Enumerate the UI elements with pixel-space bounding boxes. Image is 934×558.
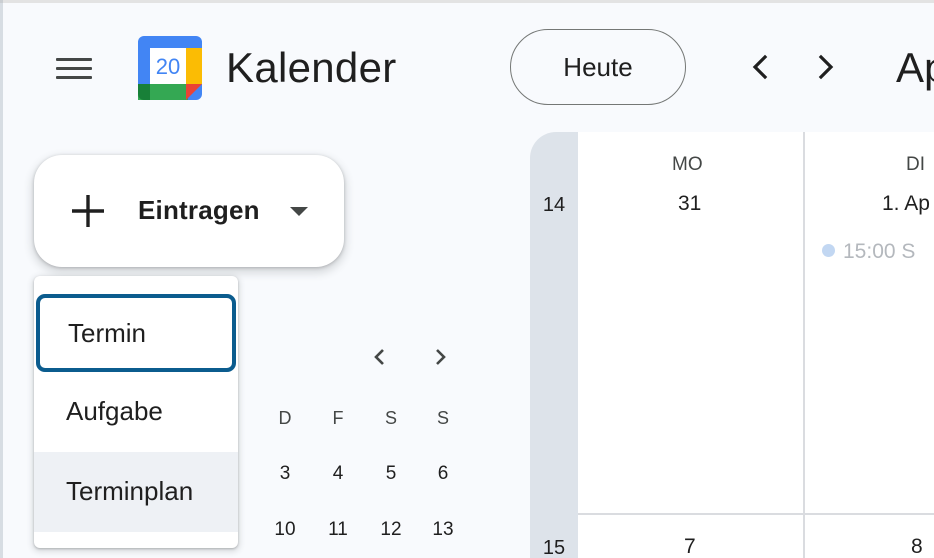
menu-item-label: Terminplan: [66, 476, 194, 506]
mini-calendar-day[interactable]: 12: [371, 519, 411, 541]
previous-period-icon[interactable]: [744, 50, 778, 84]
create-button[interactable]: Eintragen: [34, 155, 344, 267]
mini-calendar-prev-icon[interactable]: [368, 345, 392, 369]
day-date[interactable]: 7: [684, 535, 696, 558]
week-number: 14: [542, 194, 566, 216]
day-date[interactable]: 1. Ap: [882, 192, 930, 216]
logo-day-number: 20: [156, 54, 180, 79]
chevron-down-icon: [290, 207, 308, 216]
mini-calendar-day[interactable]: 10: [265, 519, 305, 541]
calendar-logo: 20: [138, 36, 202, 100]
app-title: Kalender: [226, 44, 397, 91]
event-title: S: [901, 240, 916, 263]
mini-calendar-day[interactable]: 6: [423, 463, 463, 485]
left-edge: [0, 0, 3, 558]
day-header-tuesday: DI: [906, 154, 925, 175]
mini-calendar-next-icon[interactable]: [428, 345, 452, 369]
create-button-label: Eintragen: [138, 195, 260, 225]
today-button[interactable]: Heute: [510, 29, 686, 105]
event-time: 15:00: [843, 240, 896, 263]
calendar-grid: 14 15 MO 31 7 DI 1. Ap 8 15:00 S: [530, 132, 934, 558]
menu-item-label: Aufgabe: [66, 396, 163, 426]
menu-item-aufgabe[interactable]: Aufgabe: [34, 372, 238, 452]
menu-item-terminplan[interactable]: Terminplan: [34, 452, 238, 532]
mini-weekday: D: [278, 408, 292, 428]
mini-weekday: S: [436, 408, 449, 428]
menu-item-label: Termin: [68, 318, 147, 348]
week-number: 15: [542, 537, 566, 558]
mini-calendar-day[interactable]: 4: [318, 463, 358, 485]
day-date[interactable]: 8: [911, 535, 923, 558]
calendar-event[interactable]: 15:00 S: [822, 240, 915, 264]
mini-calendar-day[interactable]: 13: [423, 519, 463, 541]
column-divider: [803, 132, 805, 558]
day-date[interactable]: 31: [678, 192, 701, 216]
plus-icon: [72, 195, 104, 227]
mini-weekday: S: [384, 408, 397, 428]
mini-weekday: F: [332, 408, 344, 428]
mini-calendar-day[interactable]: 3: [265, 463, 305, 485]
mini-calendar-day[interactable]: 5: [371, 463, 411, 485]
main-menu-icon[interactable]: [54, 56, 94, 82]
event-color-dot: [822, 244, 835, 257]
day-header-monday: MO: [672, 154, 703, 175]
next-period-icon[interactable]: [808, 50, 842, 84]
top-border: [0, 0, 934, 3]
period-title: Ap: [896, 44, 934, 91]
menu-item-termin[interactable]: Termin: [36, 294, 236, 372]
row-divider: [578, 513, 934, 515]
create-menu: Termin Aufgabe Terminplan: [34, 276, 238, 548]
mini-calendar-day[interactable]: 11: [318, 519, 358, 541]
